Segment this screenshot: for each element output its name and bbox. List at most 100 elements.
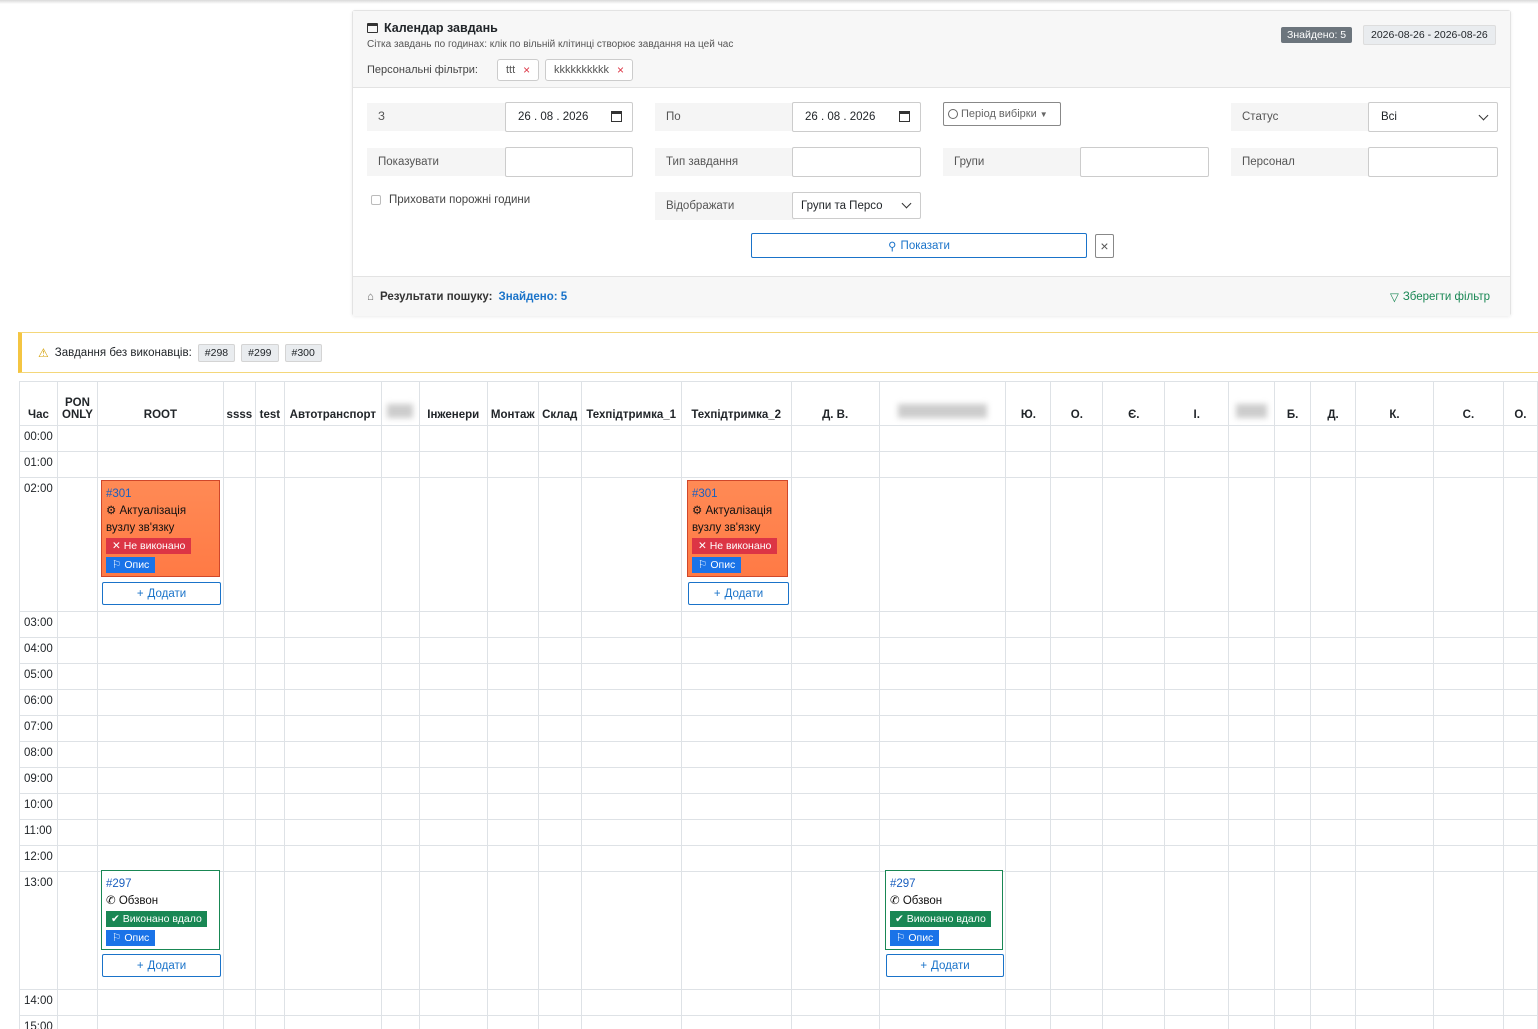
grid-cell[interactable] <box>1355 451 1434 478</box>
grid-cell[interactable] <box>418 871 488 990</box>
grid-cell[interactable] <box>537 637 582 664</box>
grid-cell[interactable] <box>790 871 880 990</box>
grid-cell[interactable] <box>418 611 488 638</box>
grid-cell[interactable] <box>1274 871 1312 990</box>
grid-cell[interactable] <box>580 767 682 794</box>
grid-cell[interactable] <box>1432 425 1504 452</box>
grid-cell[interactable] <box>418 637 488 664</box>
grid-cell[interactable] <box>1274 819 1312 846</box>
grid-cell[interactable] <box>56 637 98 664</box>
grid-cell[interactable] <box>380 767 420 794</box>
grid-cell[interactable] <box>1432 845 1504 872</box>
grid-cell[interactable] <box>580 477 682 612</box>
grid-cell[interactable] <box>1310 989 1357 1016</box>
grid-cell[interactable] <box>537 611 582 638</box>
clear-filters-button[interactable]: × <box>1095 234 1114 258</box>
grid-cell[interactable] <box>1228 663 1276 690</box>
description-button[interactable]: ⚐ Опис <box>106 930 156 946</box>
grid-cell[interactable] <box>254 793 285 820</box>
grid-cell[interactable] <box>254 451 285 478</box>
grid-cell[interactable] <box>1164 715 1230 742</box>
grid-cell[interactable] <box>1005 741 1052 768</box>
grid-cell[interactable] <box>580 663 682 690</box>
grid-cell[interactable] <box>1228 989 1276 1016</box>
grid-cell[interactable] <box>380 1015 420 1029</box>
task-id[interactable]: #301 <box>106 486 215 503</box>
grid-cell[interactable] <box>486 477 539 612</box>
grid-cell[interactable] <box>1228 425 1276 452</box>
grid-cell[interactable] <box>283 767 382 794</box>
grid-cell[interactable] <box>56 989 98 1016</box>
grid-cell[interactable] <box>254 689 285 716</box>
grid-cell[interactable] <box>1310 425 1357 452</box>
grid-cell[interactable] <box>1228 689 1276 716</box>
grid-cell[interactable] <box>580 845 682 872</box>
grid-cell[interactable] <box>486 741 539 768</box>
grid-cell[interactable] <box>283 793 382 820</box>
grid-cell[interactable] <box>878 637 1007 664</box>
grid-cell[interactable] <box>1228 793 1276 820</box>
grid-cell[interactable] <box>1005 451 1052 478</box>
grid-cell[interactable] <box>380 637 420 664</box>
grid-cell[interactable] <box>222 477 256 612</box>
grid-cell[interactable] <box>56 845 98 872</box>
grid-cell[interactable] <box>1502 845 1538 872</box>
found-count-link[interactable]: Знайдено: 5 <box>498 291 567 303</box>
grid-cell[interactable] <box>1355 845 1434 872</box>
grid-cell[interactable] <box>1164 637 1230 664</box>
grid-cell[interactable] <box>486 1015 539 1029</box>
grid-cell[interactable] <box>537 741 582 768</box>
grid-cell[interactable] <box>283 611 382 638</box>
grid-cell[interactable] <box>254 741 285 768</box>
task-type-input[interactable] <box>792 147 921 177</box>
grid-cell[interactable] <box>1050 451 1104 478</box>
grid-cell[interactable] <box>878 819 1007 846</box>
grid-cell[interactable] <box>1050 989 1104 1016</box>
grid-cell[interactable] <box>1164 871 1230 990</box>
grid-cell[interactable] <box>1228 637 1276 664</box>
grid-cell[interactable] <box>222 451 256 478</box>
grid-cell[interactable] <box>790 451 880 478</box>
grid-cell[interactable] <box>790 611 880 638</box>
grid-cell[interactable] <box>96 689 224 716</box>
grid-cell[interactable] <box>222 663 256 690</box>
grid-cell[interactable] <box>680 767 792 794</box>
grid-cell[interactable] <box>1274 425 1312 452</box>
grid-cell[interactable] <box>1050 663 1104 690</box>
display-select[interactable]: Групи та Персо <box>792 192 921 219</box>
grid-cell[interactable] <box>580 689 682 716</box>
remove-filter-icon[interactable]: × <box>617 63 624 77</box>
grid-cell[interactable] <box>254 871 285 990</box>
grid-cell[interactable] <box>580 793 682 820</box>
grid-cell[interactable] <box>1274 477 1312 612</box>
grid-cell[interactable] <box>1164 611 1230 638</box>
grid-cell[interactable] <box>254 611 285 638</box>
grid-cell[interactable] <box>96 425 224 452</box>
grid-cell[interactable] <box>790 845 880 872</box>
grid-cell[interactable] <box>1005 845 1052 872</box>
grid-cell[interactable] <box>1274 1015 1312 1029</box>
grid-cell[interactable] <box>1310 1015 1357 1029</box>
grid-cell[interactable] <box>580 871 682 990</box>
grid-cell[interactable] <box>680 663 792 690</box>
grid-cell[interactable] <box>790 477 880 612</box>
grid-cell[interactable] <box>380 611 420 638</box>
grid-cell[interactable] <box>1102 793 1166 820</box>
grid-cell[interactable] <box>222 425 256 452</box>
grid-cell[interactable] <box>1228 819 1276 846</box>
grid-cell[interactable] <box>380 871 420 990</box>
grid-cell[interactable] <box>1432 767 1504 794</box>
grid-cell[interactable] <box>1050 611 1104 638</box>
grid-cell[interactable] <box>1502 989 1538 1016</box>
grid-cell[interactable] <box>580 989 682 1016</box>
grid-cell[interactable] <box>486 819 539 846</box>
grid-cell[interactable] <box>1310 637 1357 664</box>
grid-cell[interactable] <box>254 637 285 664</box>
grid-cell[interactable] <box>254 767 285 794</box>
grid-cell[interactable] <box>1274 637 1312 664</box>
grid-cell[interactable] <box>1005 477 1052 612</box>
grid-cell[interactable] <box>1274 989 1312 1016</box>
grid-cell[interactable] <box>1164 767 1230 794</box>
grid-cell[interactable] <box>1228 477 1276 612</box>
grid-cell[interactable] <box>1502 715 1538 742</box>
